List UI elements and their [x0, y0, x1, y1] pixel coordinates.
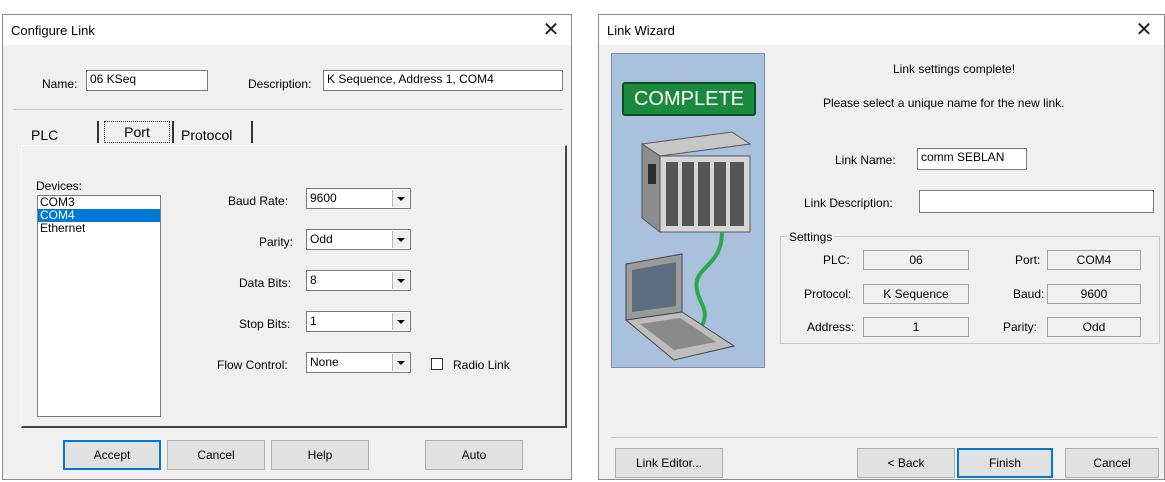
devices-label: Devices: [36, 179, 83, 193]
link-name-label: Link Name: [835, 153, 896, 167]
chevron-down-icon[interactable] [392, 354, 409, 371]
baud-label: Baud: [1013, 287, 1045, 301]
data-bits-select[interactable]: 8 [306, 270, 411, 291]
cancel-button-label: Cancel [1093, 456, 1131, 470]
message-line1: Link settings complete! [893, 62, 1016, 76]
flow-control-value: None [310, 355, 339, 369]
plc-value: 06 [863, 250, 969, 270]
link-wizard-titlebar: Link Wizard ✕ [599, 15, 1164, 45]
description-label: Description: [248, 77, 312, 91]
finish-button-label: Finish [988, 456, 1021, 470]
tab-divider [97, 121, 99, 143]
cancel-button[interactable]: Cancel [1065, 448, 1159, 478]
back-button[interactable]: < Back [857, 448, 955, 478]
parity-label: Parity: [1003, 320, 1038, 334]
help-button-label: Help [307, 448, 333, 462]
chevron-down-icon[interactable] [392, 272, 409, 289]
name-label: Name: [42, 77, 78, 91]
baud-rate-select[interactable]: 9600 [306, 188, 411, 209]
tab-protocol[interactable]: Protocol [181, 127, 232, 143]
parity-value: Odd [1047, 317, 1141, 337]
name-field[interactable]: 06 KSeq [86, 70, 208, 91]
port-label: Port: [1015, 253, 1041, 267]
configure-link-window: Configure Link ✕ Name: 06 KSeq Descripti… [2, 14, 572, 480]
finish-button[interactable]: Finish [957, 448, 1053, 478]
tab-divider [172, 121, 174, 143]
complete-banner-text: COMPLETE [633, 88, 745, 110]
baud-value: 9600 [1047, 284, 1141, 304]
cancel-button-label: Cancel [197, 448, 235, 462]
tab-divider [251, 121, 253, 143]
separator [13, 109, 563, 110]
radio-link-checkbox[interactable] [431, 358, 443, 370]
description-field[interactable]: K Sequence, Address 1, COM4 [323, 70, 563, 91]
baud-rate-value: 9600 [310, 191, 337, 205]
parity-label: Parity: [259, 235, 294, 249]
flow-control-select[interactable]: None [306, 352, 411, 373]
link-editor-button[interactable]: Link Editor... [615, 448, 723, 478]
address-value: 1 [863, 317, 969, 337]
data-bits-value: 8 [310, 273, 317, 287]
chevron-down-icon[interactable] [392, 231, 409, 248]
protocol-value: K Sequence [863, 284, 969, 304]
settings-label: Settings [787, 230, 835, 244]
plc-rack-illustration [640, 131, 752, 234]
wizard-illustration: COMPLETE [611, 53, 765, 368]
configure-link-titlebar: Configure Link ✕ [3, 15, 571, 45]
data-bits-label: Data Bits: [239, 276, 292, 290]
close-icon[interactable]: ✕ [537, 18, 565, 42]
link-wizard-window: Link Wizard ✕ COMPLETE Link settings com… [598, 14, 1165, 480]
help-button[interactable]: Help [271, 440, 369, 470]
auto-button-label: Auto [461, 448, 487, 462]
tab-port-label: Port [124, 124, 150, 140]
flow-control-label: Flow Control: [217, 358, 288, 372]
close-icon[interactable]: ✕ [1130, 18, 1158, 42]
parity-value: Odd [310, 232, 333, 246]
separator [611, 437, 1158, 438]
parity-select[interactable]: Odd [306, 229, 411, 250]
auto-button[interactable]: Auto [425, 440, 523, 470]
tab-port[interactable]: Port [104, 121, 170, 143]
baud-rate-label: Baud Rate: [228, 194, 289, 208]
protocol-label: Protocol: [804, 287, 852, 301]
message-line2: Please select a unique name for the new … [823, 96, 1065, 110]
plc-label: PLC: [823, 253, 850, 267]
address-label: Address: [807, 320, 855, 334]
cancel-button[interactable]: Cancel [167, 440, 265, 470]
laptop-illustration [624, 253, 736, 361]
stop-bits-select[interactable]: 1 [306, 311, 411, 332]
accept-button-label: Accept [93, 448, 131, 462]
link-name-field[interactable]: comm SEBLAN [917, 148, 1027, 170]
tab-plc[interactable]: PLC [31, 127, 58, 143]
complete-banner: COMPLETE [622, 82, 756, 116]
back-button-label: < Back [887, 456, 925, 470]
link-editor-button-label: Link Editor... [635, 456, 703, 470]
plc-rack-icon [624, 131, 752, 361]
link-description-field[interactable] [919, 190, 1154, 213]
stop-bits-value: 1 [310, 314, 317, 328]
chevron-down-icon[interactable] [392, 313, 409, 330]
link-description-label: Link Description: [804, 196, 893, 210]
chevron-down-icon[interactable] [392, 190, 409, 207]
configure-link-title: Configure Link [11, 23, 95, 38]
port-value: COM4 [1047, 250, 1141, 270]
radio-link-label: Radio Link [453, 358, 510, 372]
accept-button[interactable]: Accept [63, 440, 161, 470]
link-wizard-title: Link Wizard [607, 23, 675, 38]
devices-listbox[interactable]: COM3 COM4 Ethernet [37, 195, 161, 417]
stop-bits-label: Stop Bits: [239, 317, 291, 331]
list-item[interactable]: Ethernet [38, 222, 160, 235]
